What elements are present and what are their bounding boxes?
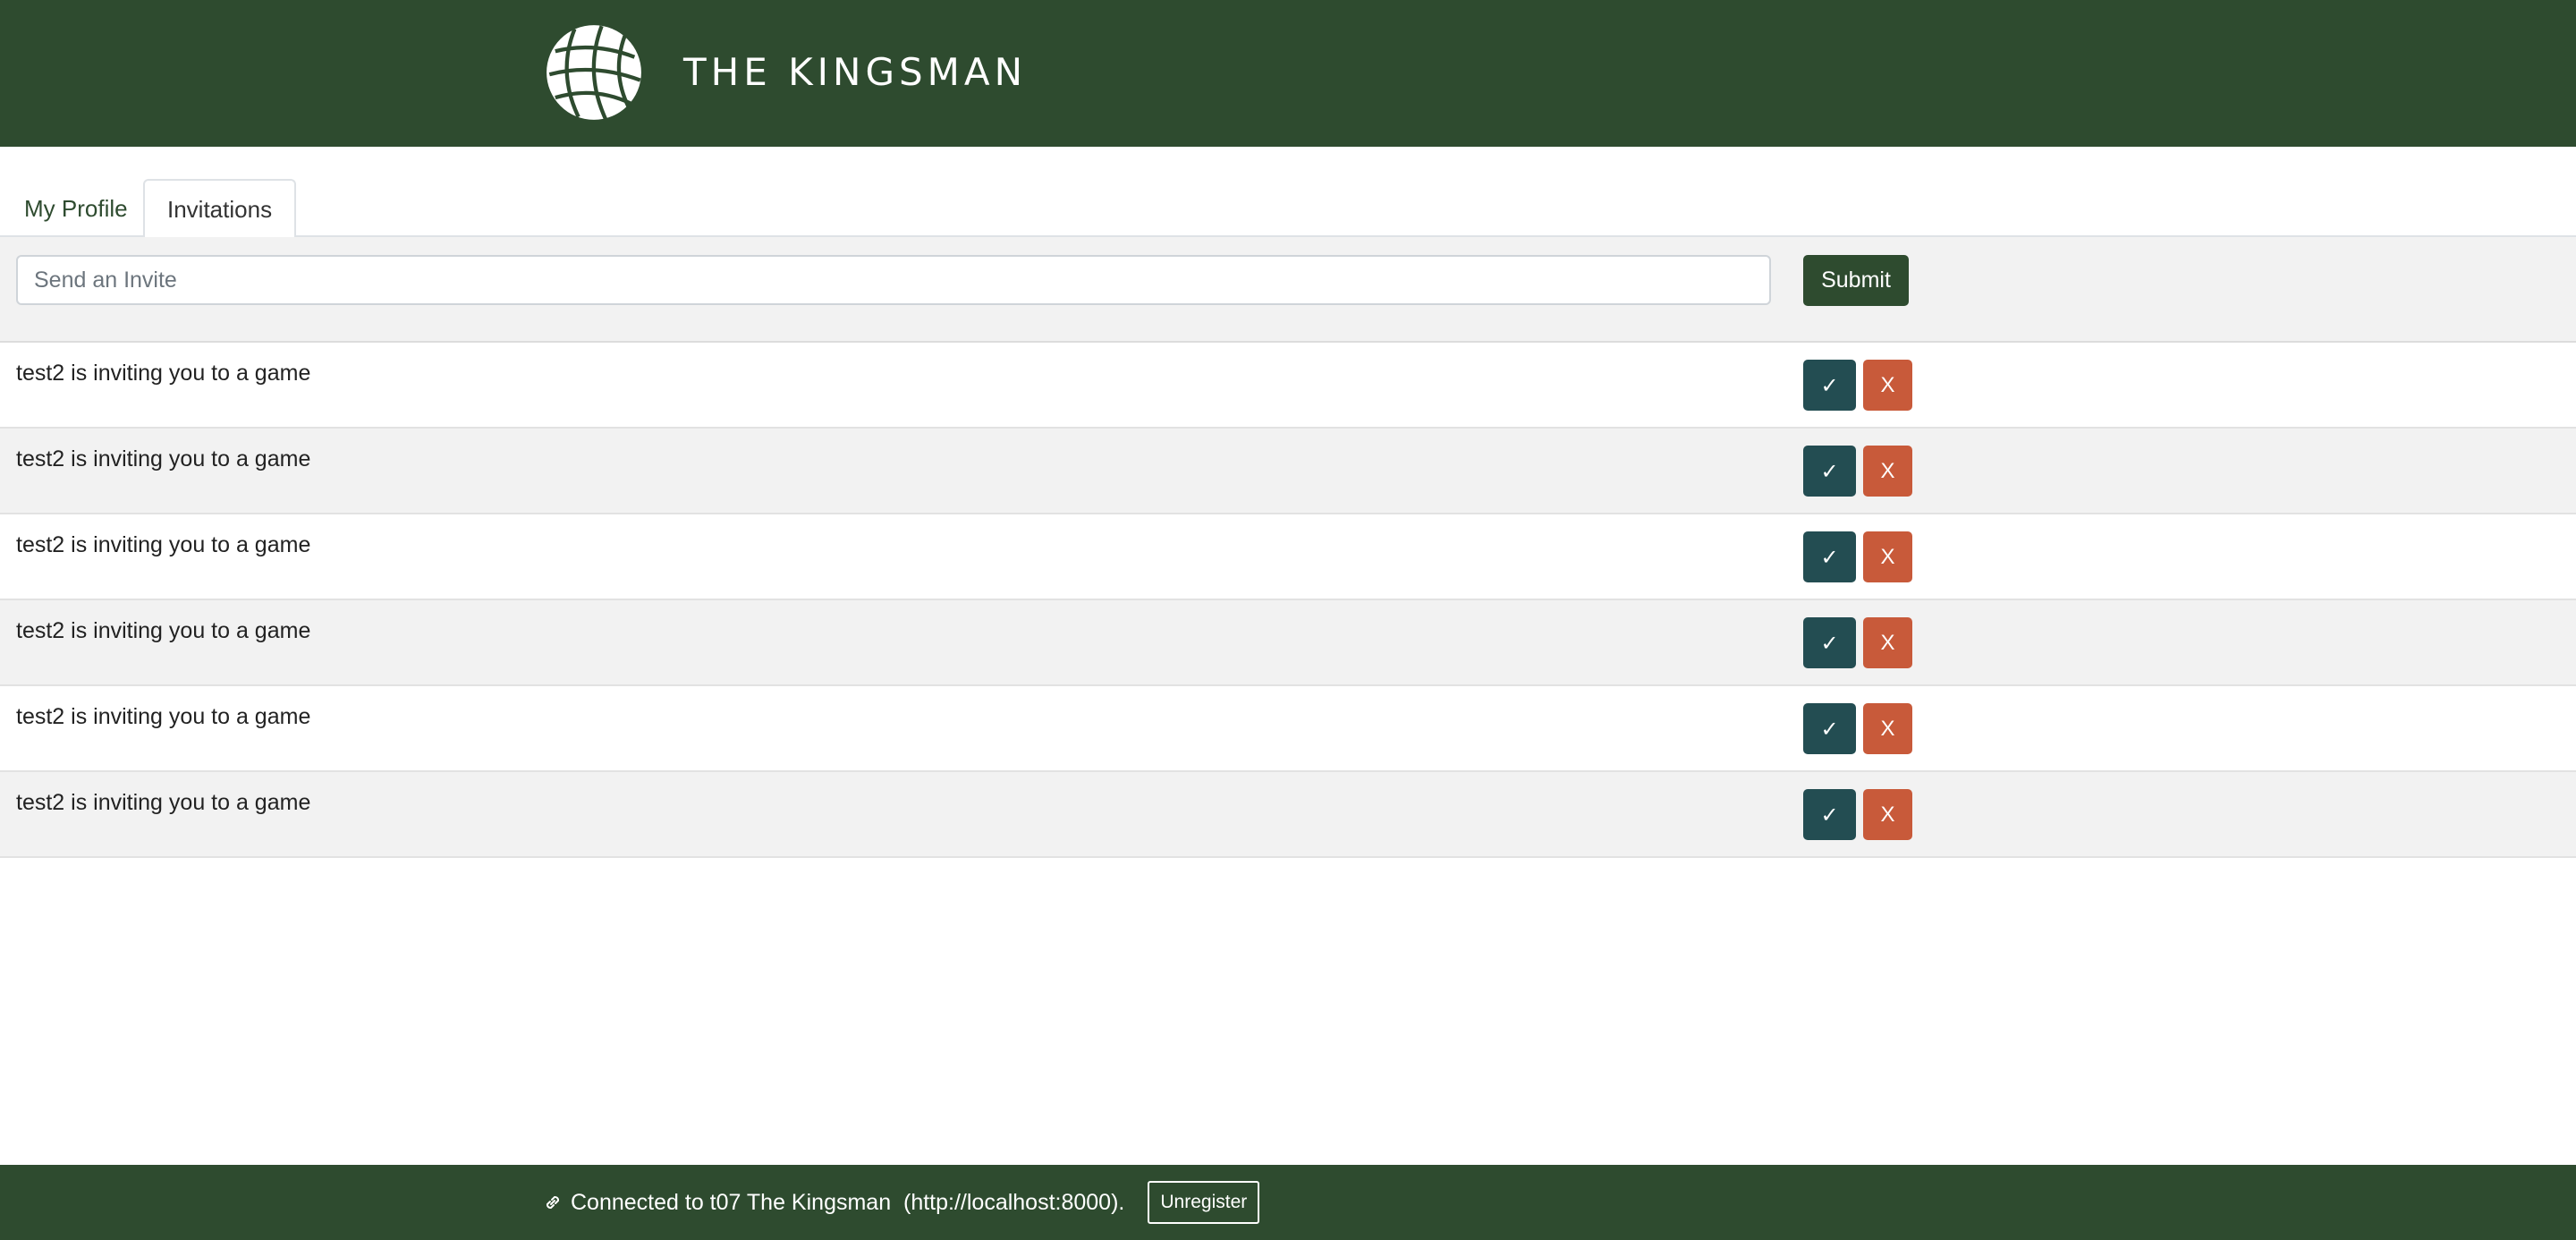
invitation-text: test2 is inviting you to a game: [16, 446, 311, 471]
invitation-text: test2 is inviting you to a game: [16, 790, 311, 815]
invitation-text: test2 is inviting you to a game: [16, 361, 311, 386]
tab-my-profile[interactable]: My Profile: [0, 179, 152, 237]
invitation-text: test2 is inviting you to a game: [16, 532, 311, 557]
decline-button[interactable]: X: [1863, 360, 1912, 411]
decline-button[interactable]: X: [1863, 789, 1912, 840]
app-title: THE KINGSMAN: [683, 50, 1028, 94]
decline-button[interactable]: X: [1863, 617, 1912, 668]
invitation-row: test2 is inviting you to a game ✓ X: [0, 772, 2576, 858]
invitation-row: test2 is inviting you to a game ✓ X: [0, 600, 2576, 686]
invitation-row: test2 is inviting you to a game ✓ X: [0, 429, 2576, 514]
tab-invitations[interactable]: Invitations: [143, 179, 297, 239]
connection-status: Connected to t07 The Kingsman (http://lo…: [542, 1181, 1260, 1224]
submit-button[interactable]: Submit: [1803, 255, 1909, 306]
connection-status-text: Connected to t07 The Kingsman (http://lo…: [571, 1189, 1125, 1215]
decline-button[interactable]: X: [1863, 446, 1912, 497]
invitation-text: test2 is inviting you to a game: [16, 618, 311, 643]
status-footer: Connected to t07 The Kingsman (http://lo…: [0, 1165, 2576, 1240]
tab-bar: My Profile Invitations: [0, 147, 2576, 239]
accept-button[interactable]: ✓: [1803, 703, 1856, 754]
brand[interactable]: THE KINGSMAN: [546, 23, 1027, 122]
globe-icon: [547, 25, 641, 120]
accept-button[interactable]: ✓: [1803, 446, 1856, 497]
decline-button[interactable]: X: [1863, 703, 1912, 754]
invitation-row: test2 is inviting you to a game ✓ X: [0, 514, 2576, 600]
accept-button[interactable]: ✓: [1803, 531, 1856, 582]
invite-input[interactable]: [16, 255, 1771, 305]
unregister-button[interactable]: Unregister: [1148, 1181, 1260, 1224]
invitation-list: test2 is inviting you to a game ✓ X test…: [0, 343, 2576, 858]
accept-button[interactable]: ✓: [1803, 360, 1856, 411]
decline-button[interactable]: X: [1863, 531, 1912, 582]
invite-form: Submit: [0, 237, 2576, 343]
accept-button[interactable]: ✓: [1803, 617, 1856, 668]
link-icon: [546, 1195, 560, 1210]
app-header: THE KINGSMAN: [0, 0, 2576, 147]
invitation-row: test2 is inviting you to a game ✓ X: [0, 686, 2576, 772]
accept-button[interactable]: ✓: [1803, 789, 1856, 840]
invitation-row: test2 is inviting you to a game ✓ X: [0, 343, 2576, 429]
invitation-text: test2 is inviting you to a game: [16, 704, 311, 729]
